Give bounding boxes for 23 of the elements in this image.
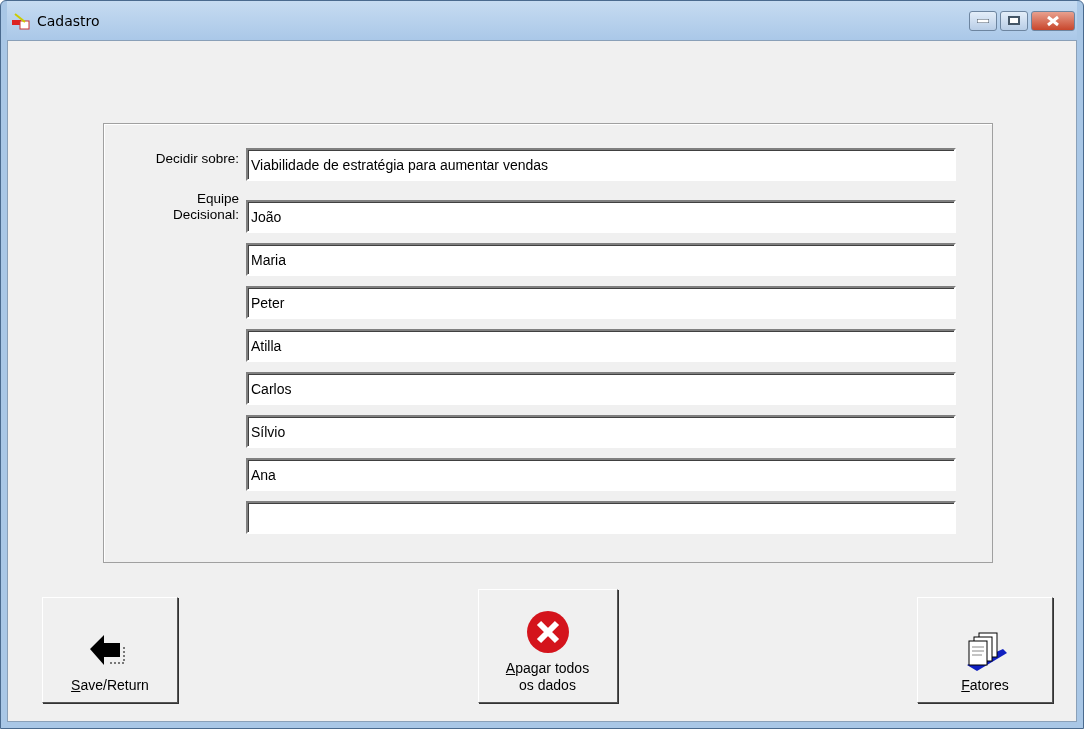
input-field[interactable] [246, 501, 956, 534]
factors-button[interactable]: Fatores [917, 597, 1053, 703]
input-field[interactable]: Carlos [246, 372, 956, 405]
delete-button[interactable]: Apagar todos os dados [477, 589, 618, 703]
input-field[interactable]: Sílvio [246, 415, 956, 448]
input-field[interactable]: Maria [246, 243, 956, 276]
minimize-icon [977, 18, 989, 23]
close-icon [1046, 14, 1060, 27]
save-button[interactable]: Save/Return [42, 597, 178, 703]
close-button[interactable] [1031, 10, 1075, 31]
input-field[interactable]: Peter [246, 286, 956, 319]
input-field[interactable]: Ana [246, 458, 956, 491]
field-label: Equipe Decisional: [171, 191, 239, 223]
maximize-button[interactable] [1000, 10, 1028, 31]
maximize-icon [1008, 16, 1020, 25]
input-field[interactable]: Atilla [246, 329, 956, 362]
minimize-button[interactable] [969, 10, 997, 31]
input-field[interactable]: Viabilidade de estratégia para aumentar vendas [246, 148, 956, 181]
input-field[interactable]: João [246, 200, 956, 233]
window-title: Cadastro [37, 12, 100, 29]
field-label: Decidir sobre: [154, 150, 239, 167]
app-icon [11, 11, 31, 30]
delete-icon [525, 610, 570, 654]
